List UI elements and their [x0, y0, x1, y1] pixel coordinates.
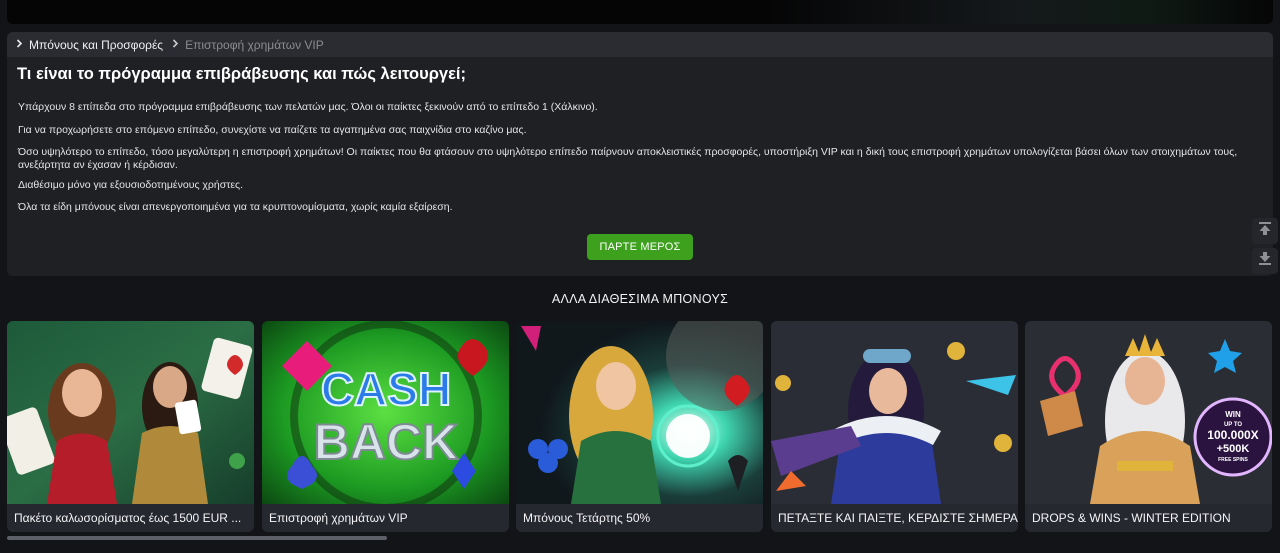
fly-and-play-image [771, 321, 1018, 504]
card-label: DROPS & WINS - WINTER EDITION [1032, 511, 1231, 525]
article-panel: Τι είναι το πρόγραμμα επιβράβευσης και π… [7, 57, 1273, 276]
breadcrumb: Μπόνους και Προσφορές Επιστροφή χρημάτων… [7, 32, 1273, 57]
chevron-right-icon [172, 38, 179, 51]
cashback-image: CASH BACK [262, 321, 509, 504]
page-title: Τι είναι το πρόγραμμα επιβράβευσης και π… [17, 65, 467, 83]
bonus-card-vip-cashback[interactable]: CASH BACK Επιστροφή χρημάτων VIP [262, 321, 509, 532]
article-paragraph: Διαθέσιμο μόνο για εξουσιοδοτημένους χρή… [18, 179, 244, 191]
article-paragraph: Για να προχωρήσετε στο επόμενο επίπεδο, … [18, 124, 527, 136]
card-label: Επιστροφή χρημάτων VIP [269, 511, 408, 525]
card-label: Μπόνους Τετάρτης 50% [523, 511, 651, 525]
scroll-to-top-button[interactable] [1252, 218, 1278, 244]
other-bonuses-title: ΑΛΛΑ ΔΙΑΘΕΣΙΜΑ ΜΠΟΝΟΥΣ [551, 292, 729, 306]
arrow-down-bar-icon [1258, 251, 1272, 271]
card-label: ΠΕΤΑΞΤΕ ΚΑΙ ΠΑΙΞΤΕ, ΚΕΡΔΙΣΤΕ ΣΗΜΕΡΑ! [778, 511, 1018, 525]
article-paragraph: Υπάρχουν 8 επίπεδα στο πρόγραμμα επιβράβ… [18, 101, 598, 113]
arrow-up-bar-icon [1258, 221, 1272, 241]
breadcrumb-link-bonuses[interactable]: Μπόνους και Προσφορές [29, 38, 163, 52]
article-paragraph: Όλα τα είδη μπόνους είναι απενεργοποιημέ… [18, 201, 453, 213]
take-part-button[interactable]: ΠΑΡΤΕ ΜΕΡΟΣ [587, 234, 693, 260]
badge-line: WIN [1225, 410, 1241, 419]
horizontal-scrollbar[interactable] [7, 536, 387, 540]
bonus-card-welcome-package[interactable]: Πακέτο καλωσορίσματος έως 1500 EUR ... [7, 321, 254, 532]
bonus-card-drops-and-wins[interactable]: WIN UP TO 100.000X +500K FREE SPINS DROP… [1025, 321, 1272, 532]
top-banner [7, 0, 1273, 24]
bonus-card-fly-and-play[interactable]: ΠΕΤΑΞΤΕ ΚΑΙ ΠΑΙΞΤΕ, ΚΕΡΔΙΣΤΕ ΣΗΜΕΡΑ! [771, 321, 1018, 532]
badge-line: 100.000X [1207, 428, 1258, 442]
wednesday-bonus-image [516, 321, 763, 504]
scroll-to-bottom-button[interactable] [1252, 248, 1278, 274]
article-paragraph: Όσο υψηλότερο το επίπεδο, τόσο μεγαλύτερ… [18, 146, 1238, 171]
card-label: Πακέτο καλωσορίσματος έως 1500 EUR ... [14, 511, 242, 525]
badge-line: FREE SPINS [1218, 457, 1248, 463]
bonus-card-wednesday[interactable]: Μπόνους Τετάρτης 50% [516, 321, 763, 532]
welcome-package-image [7, 321, 254, 504]
cashback-text-bottom: BACK [314, 414, 458, 470]
badge-line: +500K [1217, 443, 1250, 455]
chevron-right-icon [16, 38, 23, 51]
breadcrumb-current: Επιστροφή χρημάτων VIP [185, 37, 324, 52]
drops-and-wins-image: WIN UP TO 100.000X +500K FREE SPINS [1025, 321, 1272, 504]
cashback-text-top: CASH [321, 363, 451, 415]
